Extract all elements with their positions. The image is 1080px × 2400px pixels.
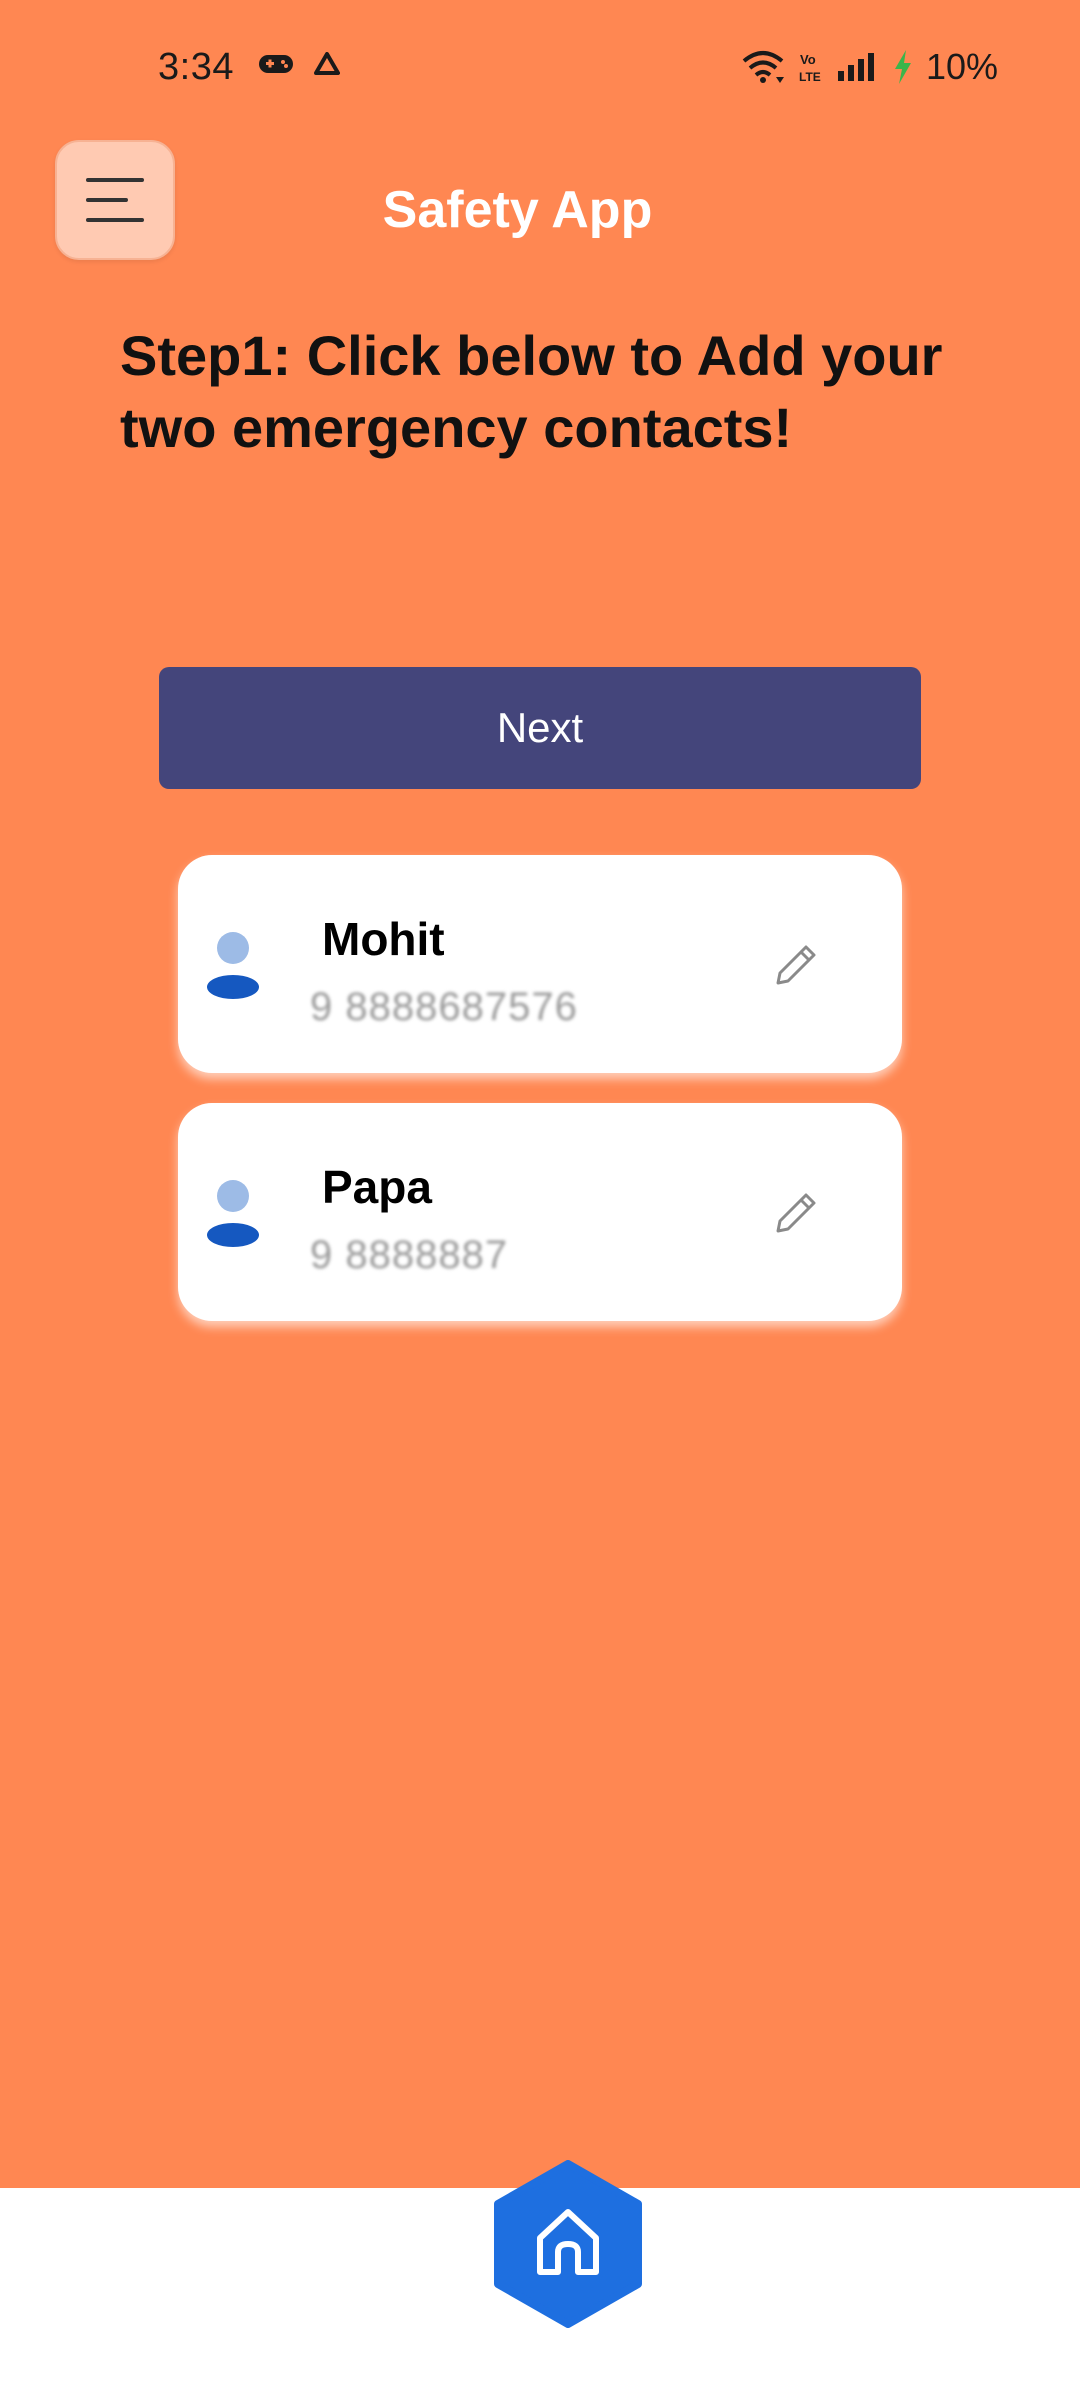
status-left-icons [258, 52, 340, 76]
contact-name: Papa [322, 1161, 432, 1213]
gamepad-icon [259, 55, 293, 73]
wifi-icon [742, 51, 784, 83]
status-bar: 3:34 Vo LTE 10% [0, 0, 1080, 140]
contact-phone: 9 8888887 [310, 1233, 509, 1277]
volte-icon: Vo LTE [799, 52, 821, 84]
home-button[interactable] [490, 2160, 646, 2328]
home-icon [494, 2160, 642, 2328]
contact-card[interactable]: Papa 9 8888887 [178, 1103, 902, 1321]
edit-contact-button[interactable] [768, 937, 824, 993]
app-title: Safety App [382, 181, 653, 239]
svg-text:LTE: LTE [799, 70, 821, 84]
step-heading: Step1: Click below to Add your two emerg… [120, 324, 943, 459]
status-time: 3:34 [158, 46, 234, 88]
edit-contact-button[interactable] [768, 1185, 824, 1241]
charging-icon [894, 50, 911, 84]
battery-percent: 10% [925, 46, 998, 87]
signal-icon [837, 53, 874, 81]
pencil-icon [776, 945, 816, 985]
svg-text:Vo: Vo [800, 52, 816, 67]
person-icon [207, 1180, 259, 1247]
person-icon [207, 932, 259, 999]
drive-icon [314, 52, 340, 75]
next-button[interactable]: Next [159, 667, 921, 789]
contact-phone: 9 8888687576 [310, 985, 578, 1029]
contact-card[interactable]: Mohit 9 8888687576 [178, 855, 902, 1073]
pencil-icon [776, 1193, 816, 1233]
contact-name: Mohit [322, 913, 445, 965]
status-right-icons: Vo LTE 10% [740, 46, 998, 88]
